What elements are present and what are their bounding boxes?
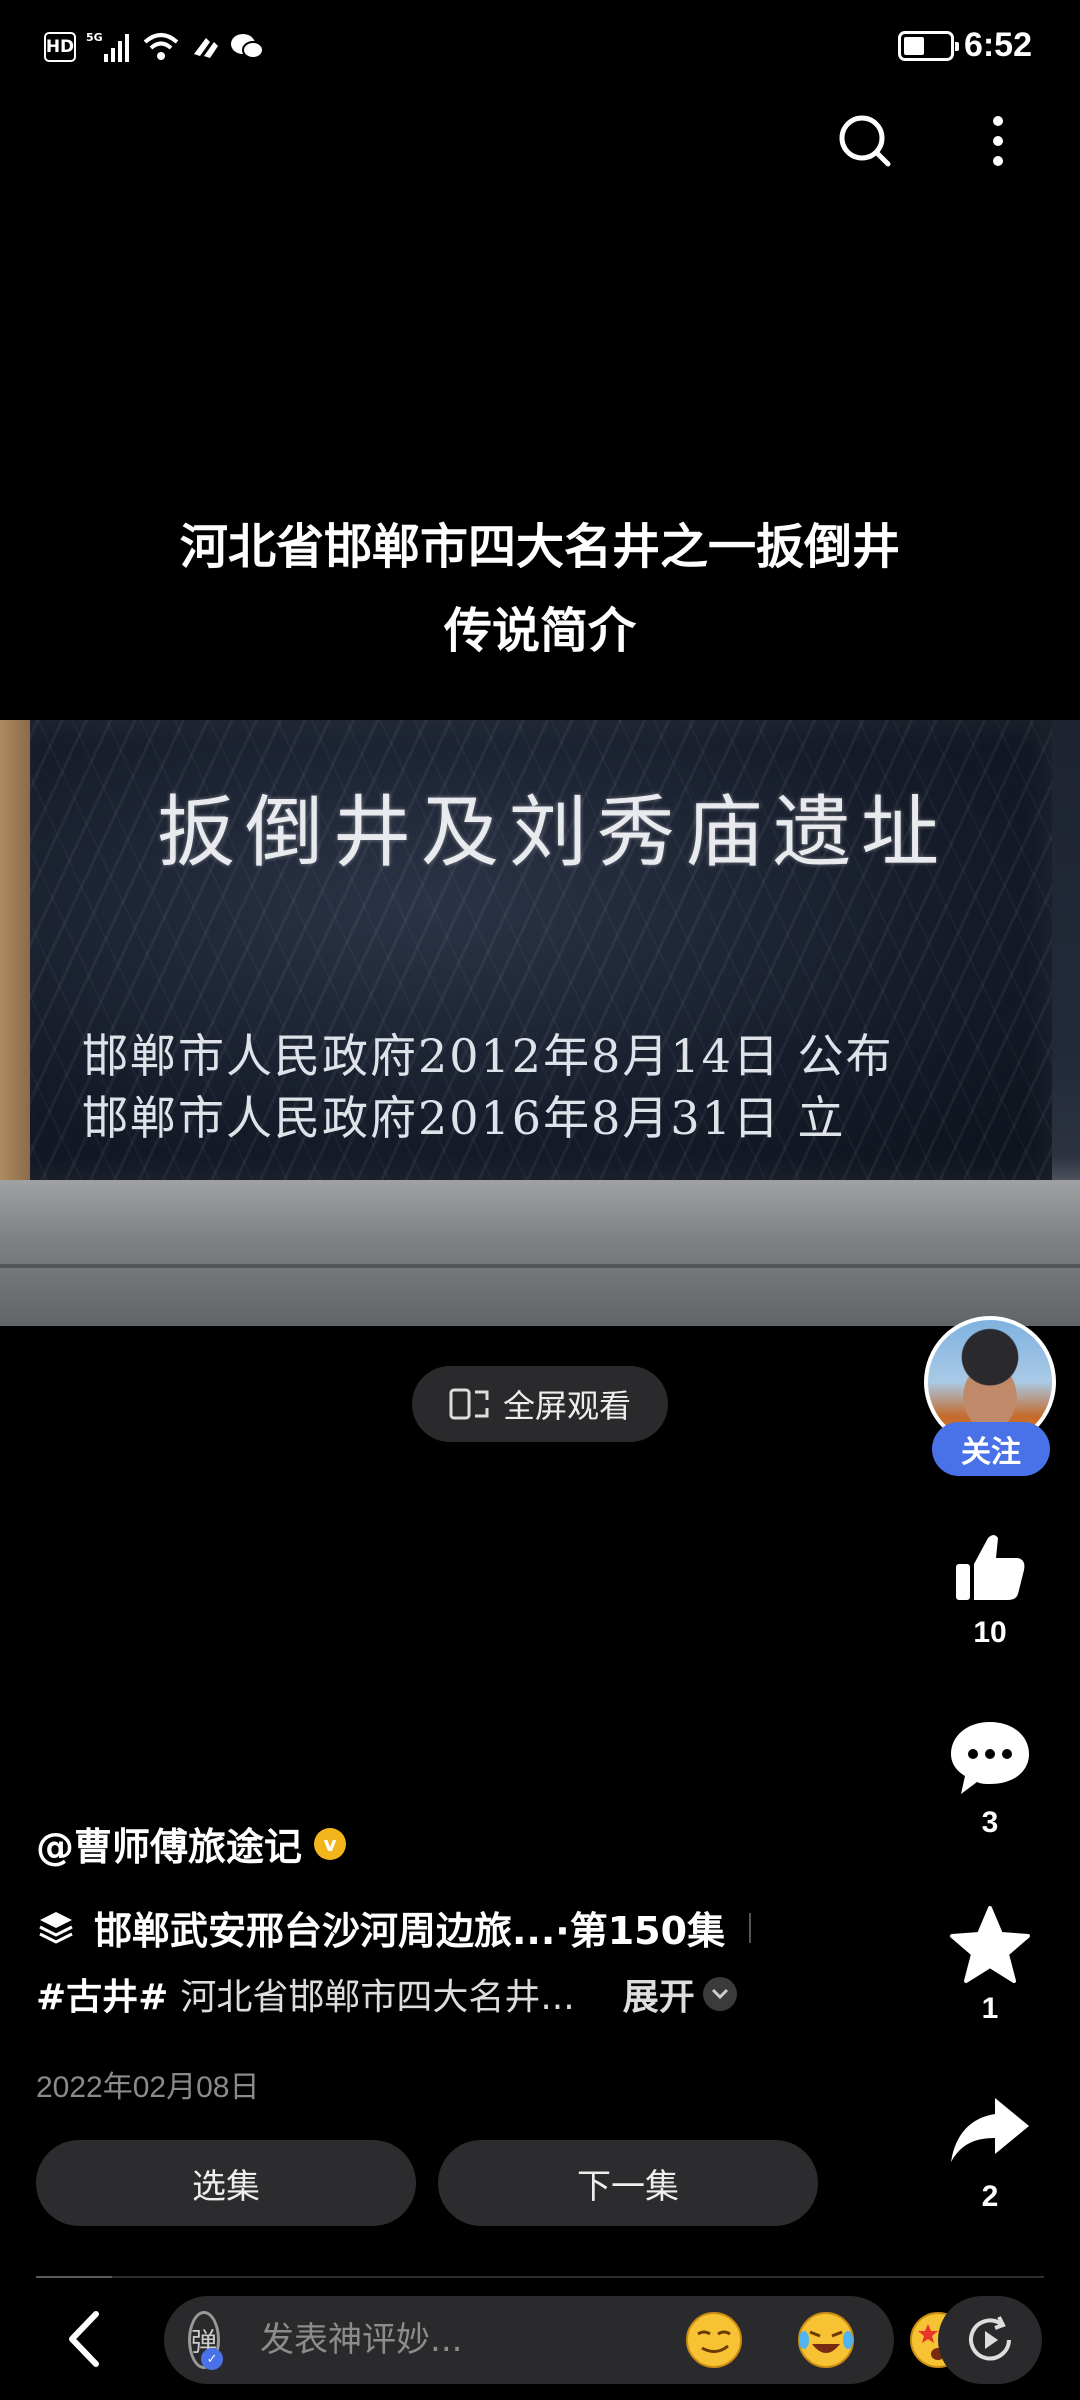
video-player[interactable]: 扳倒井及刘秀庙遗址 邯郸市人民政府2012年8月14日 公布 邯郸市人民政府20…	[0, 720, 1080, 1326]
author-name-row[interactable]: @曹师傅旅途记 v	[36, 1816, 347, 1871]
more-vertical-icon[interactable]	[978, 112, 1018, 170]
collection-row[interactable]: 邯郸武安邢台沙河周边旅...·第150集	[36, 1900, 752, 1955]
fullscreen-button[interactable]: 全屏观看	[412, 1366, 668, 1442]
replay-icon	[969, 2316, 1011, 2361]
video-title-line1: 河北省邯郸市四大名井之一扳倒井	[179, 519, 900, 575]
author-name[interactable]: @曹师傅旅途记	[36, 1816, 302, 1871]
video-title-line2: 传说简介	[443, 603, 636, 659]
plaque-line-2: 邯郸市人民政府2016年8月31日 立	[82, 1091, 846, 1145]
battery-icon	[897, 30, 959, 61]
battery-cap	[954, 41, 959, 51]
hashtag-link[interactable]: #古井#	[36, 1968, 168, 2020]
share-button[interactable]: 2	[930, 2092, 1050, 2214]
share-arrow-icon	[951, 2098, 1029, 2162]
status-bar: HD 5G 6:52	[0, 0, 1080, 100]
collection-title[interactable]: 邯郸武安邢台沙河周边旅...·第150集	[94, 1900, 725, 1955]
star-icon	[950, 1906, 1030, 1983]
laugh-cry-emoji-icon[interactable]	[796, 2310, 856, 2370]
wechat-icon	[231, 34, 264, 59]
status-right: 6:52	[897, 26, 1032, 65]
plaque-line-1: 邯郸市人民政府2012年8月14日 公布	[82, 1029, 894, 1083]
wifi-icon	[143, 33, 179, 60]
svg-text:5G: 5G	[86, 31, 103, 44]
layers-icon	[39, 1911, 73, 1944]
comment-button[interactable]: 3	[930, 1718, 1050, 1840]
like-count: 10	[973, 1616, 1007, 1649]
search-icon[interactable]	[836, 112, 894, 170]
collection-divider	[749, 1912, 752, 1943]
stone-plaque: 扳倒井及刘秀庙遗址 邯郸市人民政府2012年8月14日 公布 邯郸市人民政府20…	[12, 720, 1052, 1180]
stone-base	[0, 1180, 1080, 1326]
video-progress-bar[interactable]	[36, 2276, 1044, 2278]
comment-bar[interactable]: 弹 ✓	[164, 2296, 967, 2384]
chevron-down-icon	[702, 1977, 737, 2011]
video-title: 河北省邯郸市四大名井之一扳倒井 传说简介	[60, 505, 1020, 673]
replay-button[interactable]	[938, 2296, 1042, 2384]
description-text: 河北省邯郸市四大名井...	[180, 1977, 575, 2018]
fullscreen-label: 全屏观看	[502, 1387, 631, 1425]
clock: 6:52	[963, 26, 1032, 64]
thumbs-up-icon	[956, 1535, 1025, 1600]
share-count: 2	[981, 2180, 999, 2213]
hd-badge: HD	[44, 32, 76, 62]
plaque-title: 扳倒井及刘秀庙遗址	[156, 788, 949, 878]
expand-button[interactable]: 展开	[623, 1968, 737, 2020]
expand-label: 展开	[622, 1977, 695, 2018]
video-progress-fill	[36, 2276, 112, 2278]
back-arrow-icon[interactable]	[56, 2304, 116, 2374]
select-episode-button[interactable]: 选集	[36, 2140, 416, 2226]
follow-button[interactable]: 关注	[932, 1422, 1050, 1476]
like-button[interactable]: 10	[930, 1528, 1050, 1650]
battery-level	[903, 36, 924, 55]
publish-date: 2022年02月08日	[36, 2071, 260, 2104]
next-episode-button[interactable]: 下一集	[438, 2140, 818, 2226]
danmaku-toggle[interactable]: 弹 ✓	[188, 2311, 224, 2370]
check-icon: ✓	[201, 2348, 224, 2370]
favorite-count: 1	[981, 1992, 999, 2025]
favorite-button[interactable]: 1	[930, 1904, 1050, 2026]
verified-icon: v	[314, 1827, 347, 1860]
fullscreen-icon	[449, 1388, 489, 1420]
comment-count: 3	[981, 1806, 999, 1839]
signal-icon: 5G	[86, 31, 129, 62]
status-left: HD 5G	[44, 30, 264, 64]
description-row[interactable]: #古井# 河北省邯郸市四大名井... 展开	[36, 1968, 737, 2020]
vibrate-icon	[194, 38, 218, 58]
comment-bubble-icon	[951, 1722, 1029, 1794]
comment-input[interactable]	[260, 2320, 685, 2360]
smirk-emoji-icon[interactable]	[684, 2310, 744, 2370]
